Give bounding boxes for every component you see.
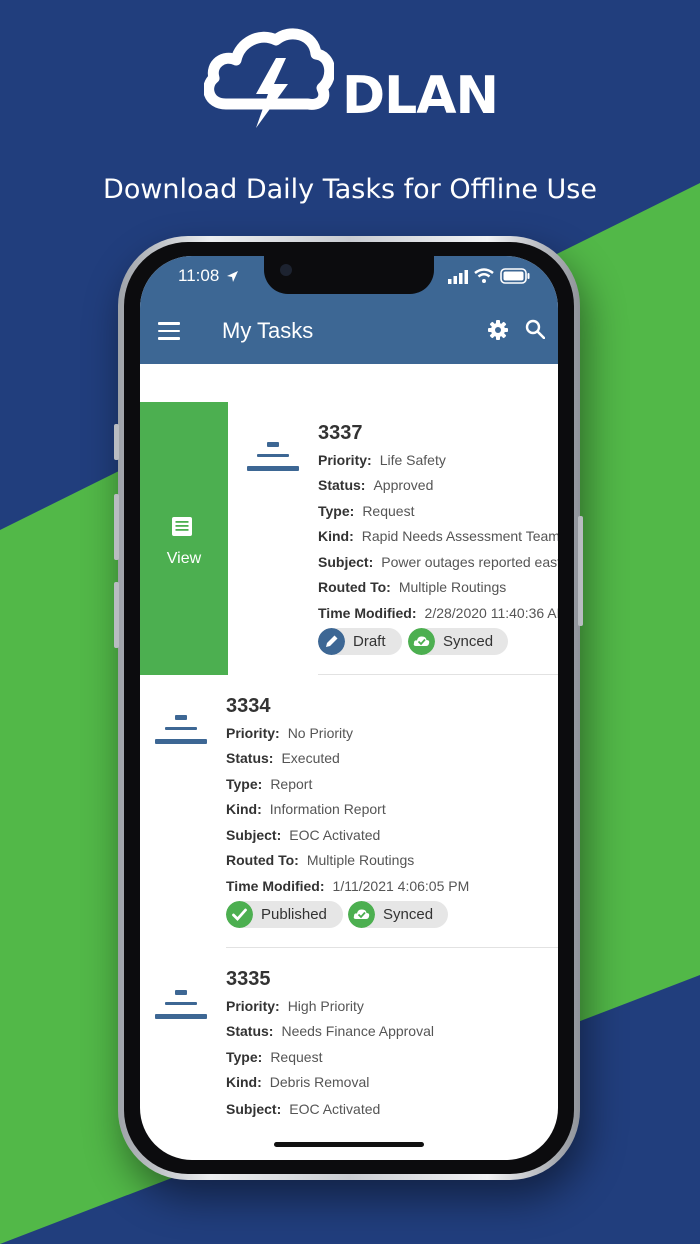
battery-icon (500, 268, 530, 284)
task-kind: Kind: Rapid Needs Assessment Team (318, 528, 558, 544)
phone-side-button (578, 516, 583, 626)
brand-header: DLAN (0, 28, 700, 138)
task-status: Status: Needs Finance Approval (226, 1023, 434, 1039)
swipe-view-button[interactable]: View (140, 402, 228, 675)
gear-icon[interactable] (488, 320, 508, 340)
location-arrow-icon (227, 271, 238, 282)
app-bar: My Tasks (140, 298, 558, 364)
wifi-icon (474, 268, 494, 283)
pencil-icon (318, 628, 345, 655)
task-priority: Priority: No Priority (226, 725, 354, 741)
page-title: My Tasks (222, 318, 314, 343)
task-priority: Priority: Life Safety (318, 452, 446, 468)
task-type: Type: Report (226, 776, 313, 792)
task-kind: Kind: Information Report (226, 801, 386, 817)
task-routed-to: Routed To: Multiple Routings (226, 852, 415, 868)
synced-badge: Synced (408, 628, 508, 655)
task-time-modified: Time Modified: 2/28/2020 11:40:36 AM (318, 605, 558, 621)
task-priority: Priority: High Priority (226, 998, 364, 1014)
tagline: Download Daily Tasks for Offline Use (103, 174, 597, 205)
task-kind: Kind: Debris Removal (226, 1074, 370, 1090)
task-type: Type: Request (226, 1049, 323, 1065)
published-badge: Published (226, 901, 343, 928)
document-icon (172, 517, 192, 536)
hamburger-icon[interactable] (158, 322, 180, 340)
task-card[interactable]: 3334 Priority: No Priority Status: Execute… (140, 675, 558, 948)
task-number: 3337 (318, 422, 363, 444)
search-icon[interactable] (525, 319, 545, 339)
task-card[interactable]: 3335 Priority: High Priority Status: Needs… (140, 948, 558, 1160)
synced-badge-label: Synced (383, 906, 434, 923)
draft-badge-label: Draft (353, 633, 386, 650)
task-status: Status: Executed (226, 750, 340, 766)
phone-screen: 11:08 My Tasks View 3337 Priority: Life … (140, 256, 558, 1160)
phone-side-button (114, 494, 119, 560)
task-status: Status: Approved (318, 477, 434, 493)
status-time: 11:08 (178, 266, 220, 285)
swipe-view-label: View (166, 550, 202, 567)
phone-side-button (114, 582, 119, 648)
camera-notch (264, 256, 434, 294)
cloud-check-icon (348, 901, 375, 928)
task-subject: Subject: Power outages reported east (318, 554, 558, 570)
status-bar: 11:08 (140, 256, 558, 298)
task-card[interactable]: View 3337 Priority: Life Safety Status: Ap… (140, 402, 558, 675)
home-indicator[interactable] (274, 1142, 424, 1147)
task-subject: Subject: EOC Activated (226, 827, 381, 843)
published-badge-label: Published (261, 906, 327, 923)
phone-side-button (114, 424, 119, 460)
task-number: 3334 (226, 695, 271, 717)
synced-badge: Synced (348, 901, 448, 928)
check-icon (226, 901, 253, 928)
task-subject: Subject: EOC Activated (226, 1101, 381, 1117)
front-camera (280, 264, 292, 276)
cloud-check-icon (408, 628, 435, 655)
task-type: Type: Request (318, 503, 415, 519)
task-routed-to: Routed To: Multiple Routings (318, 579, 507, 595)
task-number: 3335 (226, 968, 271, 990)
brand-name: DLAN (342, 66, 499, 126)
task-time-modified: Time Modified: 1/11/2021 4:06:05 PM (226, 878, 470, 894)
synced-badge-label: Synced (443, 633, 494, 650)
draft-badge: Draft (318, 628, 402, 655)
cellular-signal-icon (448, 270, 468, 284)
cloud-lightning-logo-icon (204, 28, 334, 128)
